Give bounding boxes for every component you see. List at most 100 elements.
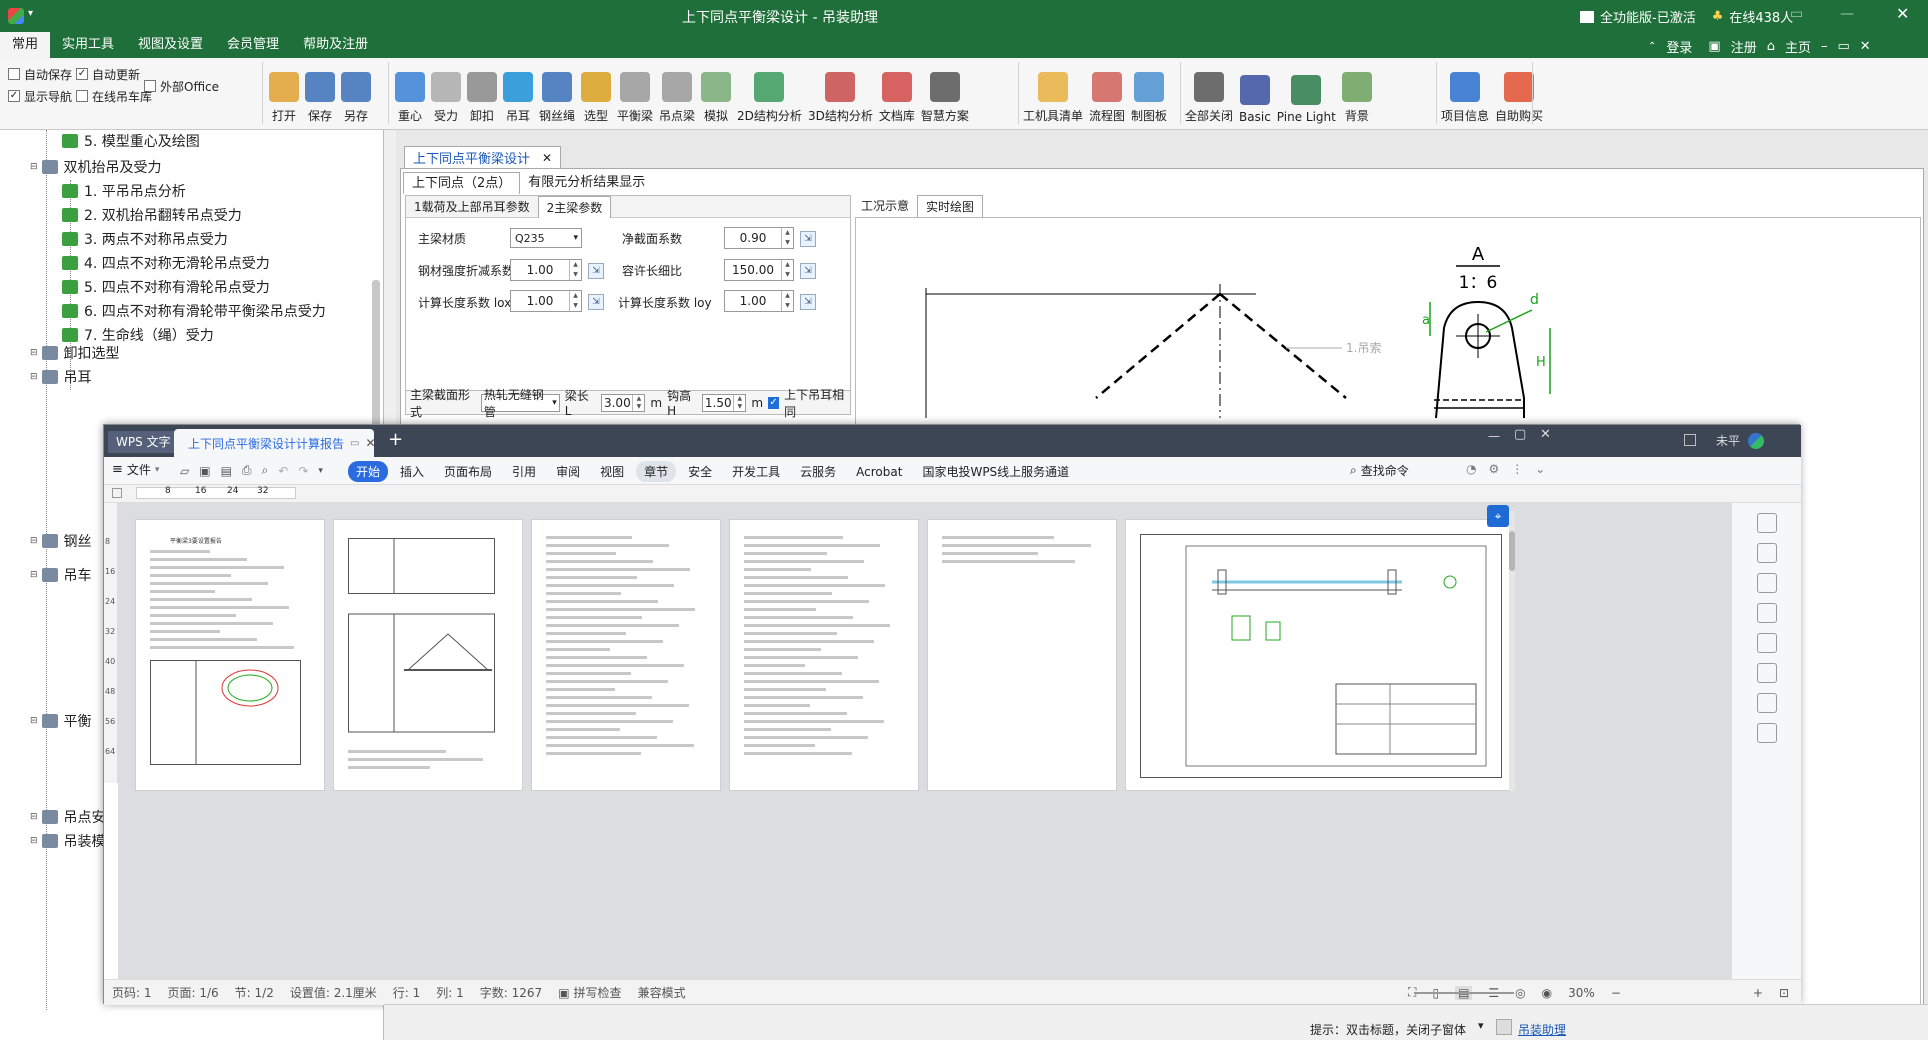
simulation-button[interactable]: 模拟 [698, 62, 734, 124]
tree-item[interactable]: 1. 平吊吊点分析 [62, 180, 186, 202]
settings-icon[interactable]: ⚙ [1488, 462, 1499, 476]
tab-two-point[interactable]: 上下同点（2点） [403, 172, 521, 194]
lifting-lug-button[interactable]: 吊耳 [500, 62, 536, 124]
center-of-gravity-button[interactable]: 重心 [392, 62, 428, 124]
menu-tab[interactable]: 常用 [0, 32, 51, 58]
document-canvas[interactable]: 平衡梁3要设置报告 ⌖ [118, 503, 1731, 979]
print-icon[interactable]: ⎙ [242, 463, 252, 478]
option-checkbox[interactable]: ✓ 自动更新 [76, 64, 140, 84]
hook-height-input[interactable]: 1.50 ▲ ▼ [702, 393, 747, 412]
checkbox-box[interactable]: ✓ [8, 90, 20, 102]
wps-menu-item[interactable]: 视图 [592, 461, 632, 482]
doc-tab-design[interactable]: 上下同点平衡梁设计 ✕ [404, 146, 562, 168]
spin-arrows-icon[interactable]: ▲ ▼ [733, 394, 745, 411]
section-form-select[interactable]: 热轧无缝钢管 ▾ [480, 388, 560, 419]
pin-tab-icon[interactable]: ▭ [350, 438, 359, 449]
tab-fea-results[interactable]: 有限元分析结果显示 [520, 172, 653, 194]
tree-item[interactable]: 5. 四点不对称有滑轮吊点受力 [62, 276, 270, 298]
wps-menu-item[interactable]: 开发工具 [724, 461, 788, 482]
open-folder-icon[interactable]: ▱ [180, 464, 189, 478]
home-button[interactable]: 主页 [1785, 37, 1811, 56]
crane-select-button[interactable]: 选型 [578, 62, 614, 124]
document-page-1[interactable]: 平衡梁3要设置报告 [135, 519, 325, 791]
lock-icon[interactable] [1756, 573, 1777, 593]
mdi-minimize-button[interactable]: – [1821, 39, 1828, 54]
lookup-button[interactable]: ⇲ [800, 263, 816, 279]
tree-item[interactable]: 4. 四点不对称无滑轮吊点受力 [62, 252, 270, 274]
option-checkbox[interactable]: ✓ 显示导航 [8, 86, 72, 106]
export-icon[interactable]: ▤ [221, 464, 232, 478]
wps-menu-item[interactable]: Acrobat [848, 463, 910, 481]
strength-input[interactable]: 1.00 ▲ ▼ [510, 259, 582, 281]
tree-item[interactable]: ⊟ 双机抬吊及受力 [30, 156, 162, 178]
wps-menu-item[interactable]: 页面布局 [436, 461, 500, 482]
translate-icon[interactable] [1756, 603, 1777, 623]
share-icon[interactable] [1756, 723, 1777, 743]
spin-arrows-icon[interactable]: ▲ ▼ [569, 260, 581, 280]
flowchart-button[interactable]: 流程图 [1086, 62, 1128, 124]
beam-length-input[interactable]: 3.00 ▲ ▼ [601, 393, 646, 412]
collapse-toggle-icon[interactable]: ⊟ [30, 812, 38, 822]
save-icon[interactable]: ▣ [199, 464, 210, 478]
wps-file-menu[interactable]: ≡ 文件 ▾ [112, 461, 159, 478]
option-checkbox[interactable]: 在线吊车库 [76, 86, 152, 106]
fit-window-icon[interactable]: ⊡ [1779, 986, 1789, 1000]
web-view-icon[interactable]: ◎ [1515, 986, 1525, 1000]
background-button[interactable]: 背景 [1339, 62, 1375, 124]
collapse-toggle-icon[interactable]: ⊟ [30, 536, 38, 546]
close-window-button[interactable]: ✕ [1896, 4, 1909, 23]
login-button[interactable]: 登录 [1666, 37, 1692, 56]
new-tab-button[interactable]: + [388, 429, 403, 450]
calc-loy-input[interactable]: 1.00 ▲ ▼ [724, 290, 794, 312]
close-doc-tab-icon[interactable]: ✕ [365, 436, 375, 450]
tree-item[interactable]: ⊟ 钢丝 [30, 530, 92, 552]
save-as-button[interactable]: 另存 [338, 62, 374, 124]
comment-icon[interactable]: ◔ [1466, 462, 1476, 476]
wps-menu-item[interactable]: 安全 [680, 461, 720, 482]
document-library-button[interactable]: 文档库 [876, 62, 918, 124]
wps-menu-item[interactable]: 云服务 [792, 461, 844, 482]
tree-item[interactable]: ⊟ 吊车 [30, 564, 92, 586]
wire-rope-button[interactable]: 钢丝绳 [536, 62, 578, 124]
net-section-input[interactable]: 0.90 ▲ ▼ [724, 227, 794, 249]
eye-protect-icon[interactable]: ◉ [1542, 986, 1552, 1000]
collapse-toggle-icon[interactable]: ⊟ [30, 570, 38, 580]
document-page-2[interactable] [333, 519, 523, 791]
spell-check-button[interactable]: ▣ 拼写检查 [558, 984, 621, 1001]
preview-icon[interactable]: ⌕ [262, 463, 269, 478]
history-icon[interactable] [1756, 663, 1777, 683]
open-folder-button[interactable]: 打开 [266, 62, 302, 124]
zoom-level[interactable]: 30% [1568, 986, 1595, 1000]
ruler-track[interactable]: 8 16 24 32 [136, 486, 296, 499]
chevron-up-icon[interactable]: ⌃ [1648, 41, 1656, 52]
collapse-toggle-icon[interactable]: ⊟ [30, 372, 38, 382]
wps-doc-tab[interactable]: 上下同点平衡梁设计计算报告 ▭ ✕ [174, 429, 376, 457]
user-avatar[interactable] [1748, 433, 1764, 449]
slenderness-input[interactable]: 150.00 ▲ ▼ [724, 259, 794, 281]
wps-maximize-button[interactable]: ▢ [1514, 427, 1526, 442]
mdi-close-button[interactable]: ✕ [1860, 39, 1871, 54]
pen-icon[interactable] [1756, 513, 1777, 533]
spin-arrows-icon[interactable]: ▲ ▼ [781, 260, 793, 280]
checkbox-box[interactable] [8, 68, 20, 80]
minimize-window-button[interactable]: — [1840, 6, 1854, 22]
menu-tab[interactable]: 帮助及注册 [291, 32, 380, 58]
undo-icon[interactable]: ↶ [278, 464, 288, 478]
tree-item[interactable]: 2. 双机抬吊翻转吊点受力 [62, 204, 242, 226]
drawing-board-button[interactable]: 制图板 [1128, 62, 1170, 124]
document-page-4[interactable] [729, 519, 919, 791]
tree-item[interactable]: ⊟ 吊耳 [30, 366, 92, 388]
tree-item[interactable]: 5. 模型重心及绘图 [62, 130, 200, 152]
tree-item[interactable]: 6. 四点不对称有滑轮带平衡梁吊点受力 [62, 300, 326, 322]
restore-window-button[interactable]: ▭ [1790, 6, 1803, 22]
mdi-restore-button[interactable]: ▭ [1838, 39, 1850, 54]
status-dropdown[interactable]: ▾ [1478, 1019, 1484, 1032]
collapse-toggle-icon[interactable]: ⊟ [30, 836, 38, 846]
collapse-ribbon-icon[interactable]: ⌄ [1535, 462, 1545, 476]
shackle-button[interactable]: 卸扣 [464, 62, 500, 124]
wps-menu-item[interactable]: 章节 [636, 461, 677, 482]
collapse-toggle-icon[interactable]: ⊟ [30, 348, 38, 358]
save-button[interactable]: 保存 [302, 62, 338, 124]
more-icon[interactable]: ⋮ [1511, 462, 1523, 476]
wps-close-button[interactable]: ✕ [1540, 427, 1551, 442]
